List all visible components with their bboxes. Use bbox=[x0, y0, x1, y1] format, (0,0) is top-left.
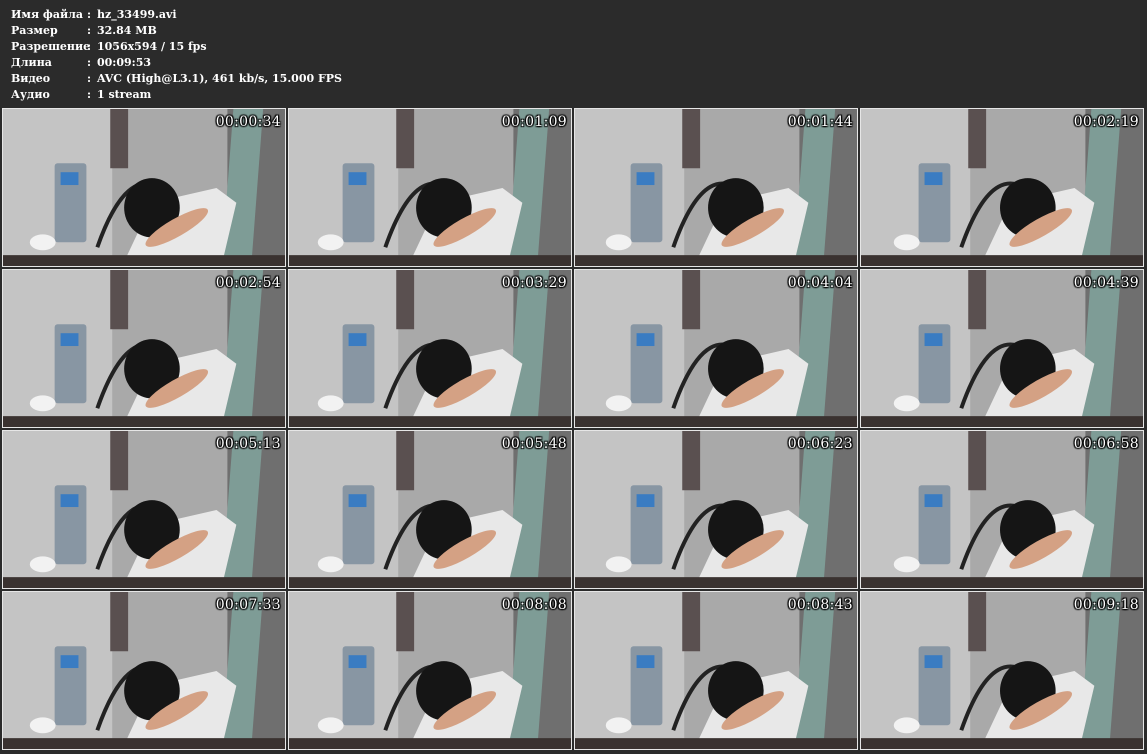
meta-key: Имя файла bbox=[11, 8, 83, 21]
thumbnail-timestamp: 00:05:48 bbox=[501, 436, 567, 452]
video-thumbnail[interactable]: 00:05:13 bbox=[2, 430, 286, 589]
thumbnail-timestamp: 00:06:23 bbox=[787, 436, 853, 452]
thumbnail-scene bbox=[3, 592, 285, 749]
thumbnail-timestamp: 00:00:34 bbox=[215, 114, 281, 130]
meta-key: Длина bbox=[11, 56, 52, 69]
thumbnail-timestamp: 00:01:09 bbox=[501, 114, 567, 130]
meta-value: 32.84 MB bbox=[97, 24, 157, 37]
meta-row-video: Видео : AVC (High@L3.1), 461 kb/s, 15.00… bbox=[11, 71, 1147, 87]
meta-value: 1056x594 / 15 fps bbox=[97, 40, 207, 53]
meta-sep: : bbox=[87, 56, 92, 69]
video-thumbnail[interactable]: 00:08:08 bbox=[288, 591, 572, 750]
meta-value: hz_33499.avi bbox=[97, 8, 177, 21]
video-thumbnail[interactable]: 00:06:23 bbox=[574, 430, 858, 589]
thumbnail-scene bbox=[861, 592, 1143, 749]
thumbnail-scene bbox=[3, 431, 285, 588]
thumbnail-scene bbox=[3, 109, 285, 266]
thumbnail-timestamp: 00:02:54 bbox=[215, 275, 281, 291]
meta-row-audio: Аудио : 1 stream bbox=[11, 87, 1147, 103]
thumbnail-scene bbox=[575, 270, 857, 427]
thumbnail-scene bbox=[861, 431, 1143, 588]
thumbnail-scene bbox=[575, 109, 857, 266]
meta-sep: : bbox=[87, 8, 92, 21]
thumbnail-timestamp: 00:01:44 bbox=[787, 114, 853, 130]
thumbnail-timestamp: 00:09:18 bbox=[1073, 597, 1139, 613]
meta-sep: : bbox=[87, 24, 92, 37]
video-thumbnail[interactable]: 00:05:48 bbox=[288, 430, 572, 589]
meta-value: 1 stream bbox=[97, 88, 152, 101]
thumbnail-timestamp: 00:06:58 bbox=[1073, 436, 1139, 452]
thumbnail-timestamp: 00:04:04 bbox=[787, 275, 853, 291]
meta-sep: : bbox=[87, 40, 92, 53]
thumbnail-grid: 00:00:34 00:01:09 00:01:44 00:02:19 00:02:54… bbox=[2, 108, 1146, 752]
thumbnail-scene bbox=[861, 270, 1143, 427]
meta-row-resolution: Разрешение : 1056x594 / 15 fps bbox=[11, 39, 1147, 55]
video-thumbnail[interactable]: 00:02:54 bbox=[2, 269, 286, 428]
meta-key: Размер bbox=[11, 24, 58, 37]
meta-key: Разрешение bbox=[11, 40, 91, 53]
meta-row-size: Размер : 32.84 MB bbox=[11, 23, 1147, 39]
thumbnail-timestamp: 00:02:19 bbox=[1073, 114, 1139, 130]
video-thumbnail[interactable]: 00:06:58 bbox=[860, 430, 1144, 589]
video-thumbnail[interactable]: 00:04:39 bbox=[860, 269, 1144, 428]
meta-row-duration: Длина : 00:09:53 bbox=[11, 55, 1147, 71]
thumbnail-scene bbox=[289, 270, 571, 427]
video-thumbnail[interactable]: 00:01:44 bbox=[574, 108, 858, 267]
thumbnail-scene bbox=[3, 270, 285, 427]
video-thumbnail[interactable]: 00:00:34 bbox=[2, 108, 286, 267]
thumbnail-timestamp: 00:08:43 bbox=[787, 597, 853, 613]
thumbnail-scene bbox=[861, 109, 1143, 266]
thumbnail-timestamp: 00:08:08 bbox=[501, 597, 567, 613]
video-thumbnail[interactable]: 00:07:33 bbox=[2, 591, 286, 750]
video-thumbnail[interactable]: 00:04:04 bbox=[574, 269, 858, 428]
thumbnail-timestamp: 00:07:33 bbox=[215, 597, 281, 613]
video-thumbnail[interactable]: 00:09:18 bbox=[860, 591, 1144, 750]
thumbnail-scene bbox=[289, 109, 571, 266]
thumbnail-timestamp: 00:03:29 bbox=[501, 275, 567, 291]
video-thumbnail[interactable]: 00:03:29 bbox=[288, 269, 572, 428]
video-thumbnail[interactable]: 00:08:43 bbox=[574, 591, 858, 750]
meta-key: Видео bbox=[11, 72, 51, 85]
thumbnail-scene bbox=[289, 592, 571, 749]
meta-value: AVC (High@L3.1), 461 kb/s, 15.000 FPS bbox=[97, 72, 342, 85]
file-info-header: Имя файла : hz_33499.avi Размер : 32.84 … bbox=[0, 0, 1147, 106]
video-thumbnail[interactable]: 00:01:09 bbox=[288, 108, 572, 267]
meta-value: 00:09:53 bbox=[97, 56, 152, 69]
meta-sep: : bbox=[87, 88, 92, 101]
meta-key: Аудио bbox=[11, 88, 50, 101]
meta-row-filename: Имя файла : hz_33499.avi bbox=[11, 7, 1147, 23]
thumbnail-timestamp: 00:04:39 bbox=[1073, 275, 1139, 291]
thumbnail-scene bbox=[575, 431, 857, 588]
thumbnail-scene bbox=[289, 431, 571, 588]
video-thumbnail[interactable]: 00:02:19 bbox=[860, 108, 1144, 267]
thumbnail-scene bbox=[575, 592, 857, 749]
meta-sep: : bbox=[87, 72, 92, 85]
thumbnail-timestamp: 00:05:13 bbox=[215, 436, 281, 452]
